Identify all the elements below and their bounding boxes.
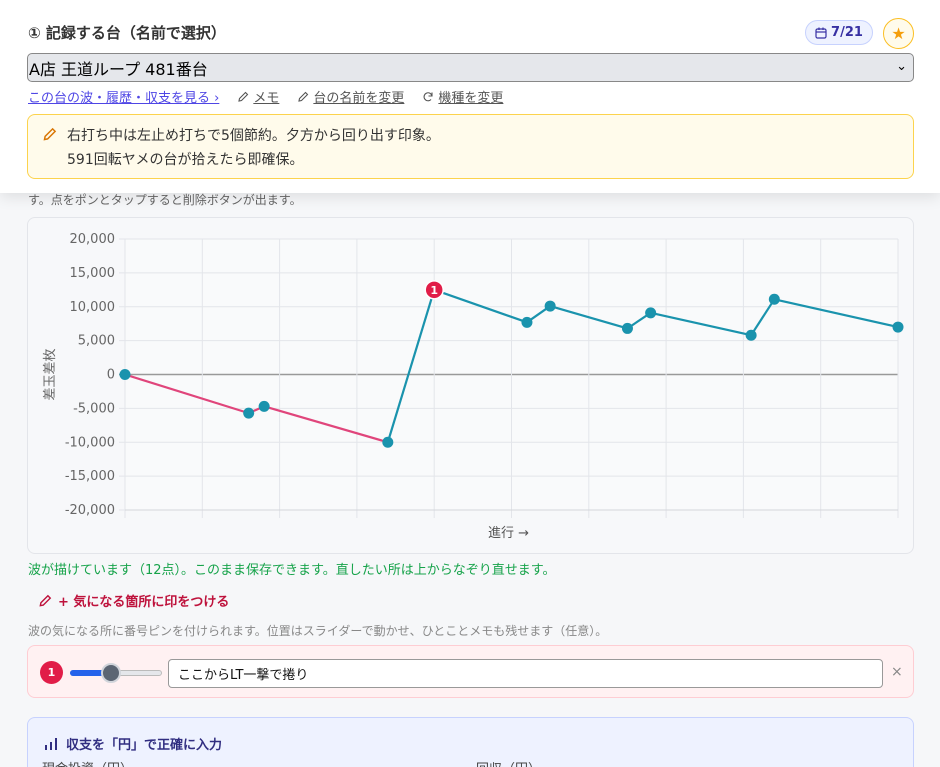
memo-text-line2: 591回転ヤメの台が拾えたら即確保。	[67, 152, 304, 168]
calendar-icon	[815, 27, 827, 39]
section-title: ① 記録する台（名前で選択）	[28, 24, 226, 42]
memo-text-line1: 右打ち中は左止め打ちで5個節約。夕方から回り出す印象。	[67, 128, 440, 144]
machine-select-value: A店 王道ループ 481番台	[29, 59, 208, 79]
y-tick-label: 15,000	[70, 266, 116, 281]
slider-thumb[interactable]	[101, 663, 122, 683]
instruction-text: す。点をポンとタップすると削除ボタンが出ます。	[28, 193, 302, 207]
pin-position-slider[interactable]	[70, 663, 162, 683]
y-tick-label: 0	[107, 368, 115, 383]
pin-marker-label: 1	[430, 284, 438, 297]
pin-card: 1 ここからLT一撃で捲り ×	[27, 645, 914, 698]
pin-number-badge: 1	[40, 661, 63, 684]
date-text: 7/21	[831, 25, 863, 40]
wave-chart-card[interactable]: 20,000 15,000 10,000 5,000 0 -5,000 -10,000 -15…	[27, 217, 914, 554]
data-point	[243, 407, 255, 419]
y-tick-label: 20,000	[70, 232, 116, 247]
rename-link[interactable]: 台の名前を変更	[297, 87, 404, 106]
income-title-text: 収支を「円」で正確に入力	[66, 738, 223, 753]
data-point	[745, 329, 757, 341]
memo-box: 右打ち中は左止め打ちで5個節約。夕方から回り出す印象。 591回転ヤメの台が拾え…	[27, 114, 914, 179]
data-point	[544, 300, 556, 312]
income-title: 収支を「円」で正確に入力	[44, 734, 222, 753]
memo-link[interactable]: メモ	[237, 87, 279, 106]
chevron-down-icon: ⌄	[896, 59, 907, 74]
pencil-icon	[298, 91, 309, 102]
investment-label: 現金投資（円）	[42, 758, 133, 767]
data-point	[645, 307, 657, 319]
income-card: 収支を「円」で正確に入力 現金投資（円） 回収（円）	[27, 717, 914, 767]
mark-help-text: 波の気になる所に番号ピンを付けられます。位置はスライダーで動かせ、ひとことメモも…	[28, 624, 608, 638]
bar-chart-icon	[45, 737, 57, 750]
refresh-icon	[423, 91, 433, 101]
data-point	[382, 436, 394, 448]
y-tick-label: 10,000	[70, 300, 116, 315]
change-model-link-label: 機種を変更	[438, 91, 504, 106]
wave-chart[interactable]: 20,000 15,000 10,000 5,000 0 -5,000 -10,000 -15…	[28, 218, 915, 555]
status-message: 波が描けています（12点）。このまま保存できます。直したい所は上からなぞり直せま…	[28, 563, 556, 578]
history-link[interactable]: この台の波・履歴・収支を見る ›	[28, 87, 219, 106]
pin-remove-button[interactable]: ×	[891, 664, 903, 680]
data-point	[768, 293, 780, 305]
data-point	[521, 316, 533, 328]
y-tick-label: -15,000	[65, 469, 115, 484]
star-icon: ★	[891, 24, 906, 43]
data-point	[621, 322, 633, 334]
machine-select[interactable]: A店 王道ループ 481番台 ⌄	[27, 53, 914, 82]
pin-note-input[interactable]: ここからLT一撃で捲り	[168, 659, 883, 688]
pencil-icon	[238, 91, 249, 102]
y-tick-label: -5,000	[73, 401, 115, 416]
data-point	[258, 400, 270, 412]
pencil-icon	[39, 594, 52, 607]
y-tick-label: -20,000	[65, 503, 115, 518]
y-tick-label: 5,000	[78, 334, 115, 349]
pencil-icon	[42, 127, 57, 146]
x-axis-label: 進行 →	[488, 526, 529, 541]
machine-header-panel: ① 記録する台（名前で選択） 7/21 ★ A店 王道ループ 481番台 ⌄ こ…	[0, 0, 940, 193]
favorite-button[interactable]: ★	[883, 18, 914, 49]
date-badge[interactable]: 7/21	[805, 20, 873, 45]
add-mark-label: + 気になる箇所に印をつける	[58, 595, 230, 610]
rename-link-label: 台の名前を変更	[313, 91, 405, 106]
data-point	[892, 321, 904, 333]
return-label: 回収（円）	[476, 758, 541, 767]
add-mark-button[interactable]: + 気になる箇所に印をつける	[38, 591, 229, 610]
data-point	[119, 369, 131, 380]
memo-link-label: メモ	[253, 91, 280, 106]
y-axis-label: 差玉差枚	[43, 348, 58, 400]
y-tick-label: -10,000	[65, 435, 115, 450]
machine-links: この台の波・履歴・収支を見る › メモ 台の名前を変更 機種を変更	[28, 87, 503, 106]
change-model-link[interactable]: 機種を変更	[422, 87, 503, 106]
